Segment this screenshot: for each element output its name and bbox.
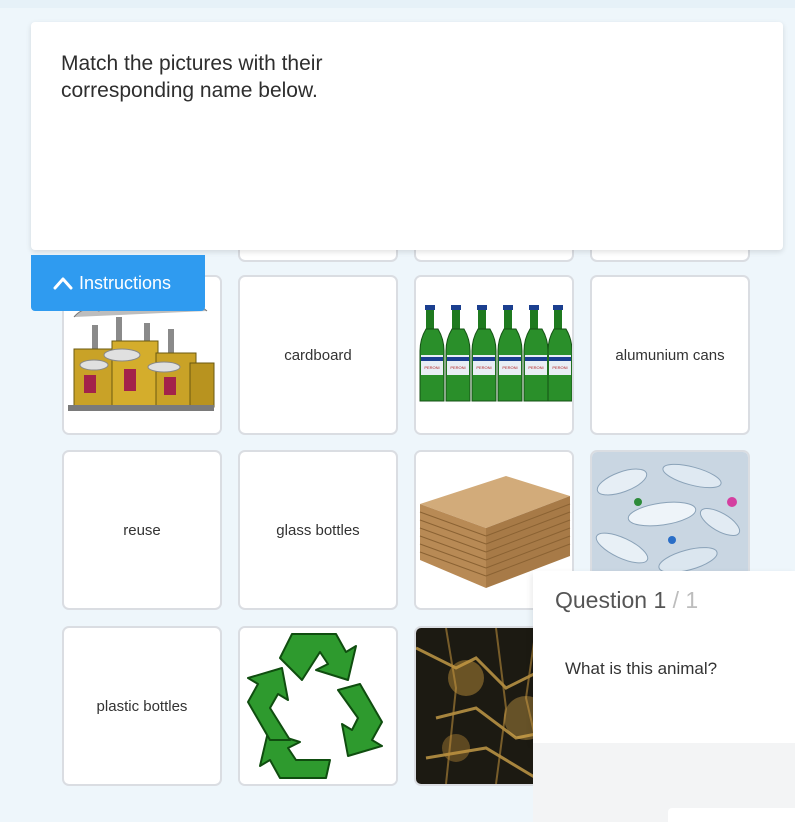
bottle-brand: PERONI <box>476 365 491 370</box>
question-text: What is this animal? <box>565 659 718 678</box>
bottle-brand: PERONI <box>552 365 567 370</box>
question-panel: Question 1 / 1 What is this animal? <box>533 571 795 743</box>
instruction-text: Match the pictures with their correspond… <box>61 52 323 102</box>
question-current: 1 <box>653 587 667 613</box>
tile-label: glass bottles <box>276 521 360 539</box>
question-counter: Question 1 / 1 <box>555 587 698 614</box>
question-label: Question <box>555 587 648 613</box>
tile-cardboard[interactable]: cardboard <box>238 275 398 435</box>
instructions-toggle-button[interactable]: Instructions <box>31 255 205 311</box>
tile-recycle-image[interactable] <box>238 626 398 786</box>
chevron-up-icon <box>53 277 73 290</box>
instruction-card: Match the pictures with their correspond… <box>31 22 783 250</box>
tile-partial <box>590 248 750 262</box>
question-separator: / <box>672 587 680 613</box>
recycle-icon <box>240 628 396 784</box>
question-total: 1 <box>685 587 699 613</box>
tile-reuse[interactable]: reuse <box>62 450 222 610</box>
instructions-label: Instructions <box>79 272 172 293</box>
answer-bar[interactable] <box>668 808 795 822</box>
tile-glass-bottles[interactable]: glass bottles <box>238 450 398 610</box>
glass-bottles-image: PERONI PERONI PERONI PERONI PERONI PERON… <box>416 277 572 433</box>
tile-label: cardboard <box>284 346 352 364</box>
tile-partial <box>238 248 398 262</box>
tile-label: alumunium cans <box>615 346 725 364</box>
bottle-brand: PERONI <box>502 365 517 370</box>
bottle-brand: PERONI <box>450 365 465 370</box>
top-strip <box>0 0 795 8</box>
tile-alumunium-cans[interactable]: alumunium cans <box>590 275 750 435</box>
tile-partial <box>414 248 574 262</box>
bottle-brand: PERONI <box>424 365 439 370</box>
tile-label: plastic bottles <box>96 697 188 715</box>
tile-glass-bottles-image[interactable]: PERONI PERONI PERONI PERONI PERONI PERON… <box>414 275 574 435</box>
bottle-brand: PERONI <box>528 365 543 370</box>
tile-label: reuse <box>123 521 161 539</box>
tile-plastic-bottles[interactable]: plastic bottles <box>62 626 222 786</box>
